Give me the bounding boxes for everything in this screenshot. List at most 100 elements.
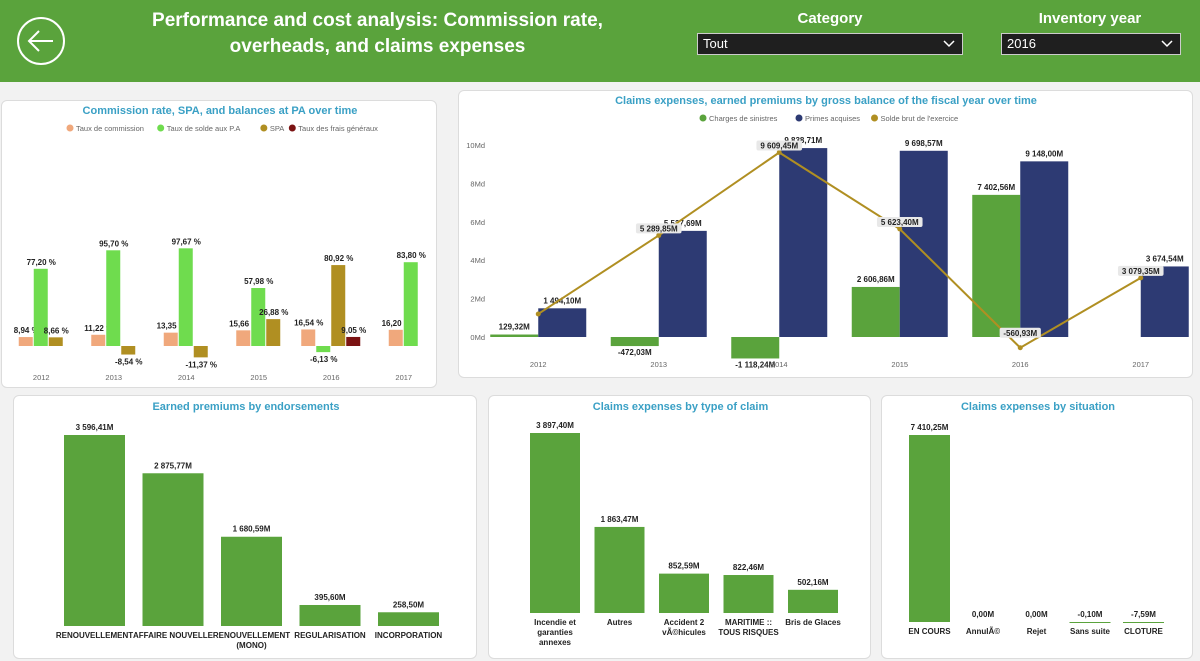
category-label: annexes xyxy=(539,638,572,647)
claims-premiums-chart: Claims expenses, earned premiums by gros… xyxy=(466,95,1189,370)
y-tick-label: 6Md xyxy=(470,218,485,227)
bar xyxy=(388,329,403,346)
year-select[interactable]: 2016 xyxy=(1001,33,1181,55)
data-label: -8,54 % xyxy=(115,358,143,367)
legend-marker xyxy=(871,114,878,122)
category-label: TOUS RISQUES xyxy=(718,628,779,637)
chevron-down-icon xyxy=(943,40,955,48)
data-label: 502,16M xyxy=(797,578,828,587)
category-label: garanties xyxy=(537,628,573,637)
year-value: 2016 xyxy=(1007,36,1036,51)
data-label: 16,54 % xyxy=(294,318,323,327)
data-label: 3 596,41M xyxy=(76,423,114,432)
claims-premiums-chart-card: Claims expenses, earned premiums by gros… xyxy=(458,90,1193,378)
data-label: 0,00M xyxy=(1025,610,1048,619)
category-label: Autres xyxy=(607,618,633,627)
data-label: 9 698,57M xyxy=(905,139,943,148)
bar xyxy=(18,337,33,346)
chart-title: Claims expenses by type of claim xyxy=(593,401,769,413)
line-point xyxy=(656,232,662,238)
category-label: Bris de Glaces xyxy=(785,618,841,627)
legend-marker xyxy=(260,124,268,132)
category-label: RENOUVELLEMENT xyxy=(213,631,290,640)
category-label: CLOTURE xyxy=(1124,627,1163,636)
bar xyxy=(301,329,316,346)
endorsements-chart-card: Earned premiums by endorsements 3 596,41M… xyxy=(13,395,477,659)
category-label: Rejet xyxy=(1027,627,1047,636)
bar xyxy=(723,575,774,613)
y-tick-label: 10Md xyxy=(466,141,485,150)
line-point xyxy=(897,226,903,232)
bar xyxy=(658,230,707,337)
data-label: 5 623,40M xyxy=(881,218,919,227)
bar xyxy=(221,536,282,626)
data-label: 1 863,47M xyxy=(601,515,639,524)
bar xyxy=(299,604,361,626)
bar xyxy=(1069,622,1111,623)
y-tick-label: 0Md xyxy=(470,333,485,342)
legend-marker xyxy=(157,124,165,132)
bar xyxy=(659,573,709,613)
bar xyxy=(91,334,106,346)
data-label: 2 606,86M xyxy=(857,275,895,284)
category-label: AnnulÃ© xyxy=(966,627,1000,636)
data-label: 395,60M xyxy=(314,593,345,602)
data-label: 26,88 % xyxy=(259,308,288,317)
data-label: 7 402,56M xyxy=(977,183,1015,192)
bar xyxy=(899,150,948,337)
bar xyxy=(594,526,645,613)
x-tick-label: 2014 xyxy=(771,360,788,369)
data-label: -472,03M xyxy=(618,348,652,357)
data-label: 5 289,85M xyxy=(640,224,678,233)
data-label: 129,32M xyxy=(499,323,530,332)
x-tick-label: 2017 xyxy=(395,373,412,382)
category-label: AFFAIRE NOUVELLE xyxy=(133,631,214,640)
back-button[interactable] xyxy=(17,17,65,65)
x-tick-label: 2013 xyxy=(650,360,667,369)
bar xyxy=(538,308,587,337)
chart-title: Claims expenses by situation xyxy=(961,401,1115,413)
bar xyxy=(266,319,281,346)
bar xyxy=(106,250,121,346)
data-label: -560,93M xyxy=(1003,329,1037,338)
legend-marker xyxy=(795,114,803,122)
data-label: 97,67 % xyxy=(172,237,201,246)
legend-label: Taux de commission xyxy=(76,124,144,133)
line-point xyxy=(1138,275,1144,281)
chevron-down-icon xyxy=(1161,40,1173,48)
y-tick-label: 4Md xyxy=(470,256,485,265)
bar xyxy=(1140,266,1189,337)
bar xyxy=(316,346,331,353)
x-tick-label: 2017 xyxy=(1132,360,1149,369)
category-value: Tout xyxy=(703,36,728,51)
bar xyxy=(346,336,361,346)
bar xyxy=(779,148,828,337)
situation-chart-card: Claims expenses by situation 7 410,25M EN … xyxy=(881,395,1193,659)
page-title-line1: Performance and cost analysis: Commissio… xyxy=(152,10,603,31)
y-tick-label: 8Md xyxy=(470,179,485,188)
data-label: 95,70 % xyxy=(99,239,128,248)
endorsements-chart: Earned premiums by endorsements 3 596,41M… xyxy=(56,401,443,650)
data-label: 7 410,25M xyxy=(911,423,949,432)
commission-chart: Commission rate, SPA, and balances at PA… xyxy=(14,105,426,382)
category-label: Accident 2 xyxy=(664,618,705,627)
x-tick-label: 2014 xyxy=(178,373,195,382)
category-select[interactable]: Tout xyxy=(697,33,963,55)
data-label: 9 609,45M xyxy=(760,141,798,150)
category-label: Category xyxy=(797,10,863,27)
legend-marker xyxy=(699,114,707,122)
legend-label: Taux de solde aux P.A xyxy=(167,124,241,133)
bar xyxy=(236,330,251,346)
category-label: Incendie et xyxy=(534,618,576,627)
bar xyxy=(193,346,208,358)
data-label: 852,59M xyxy=(668,562,699,571)
x-tick-label: 2015 xyxy=(250,373,267,382)
legend-marker xyxy=(288,124,296,132)
data-label: -7,59M xyxy=(1131,610,1156,619)
bar xyxy=(610,337,659,347)
back-arrow-icon xyxy=(27,30,53,52)
bar xyxy=(972,194,1021,337)
commission-chart-card: Commission rate, SPA, and balances at PA… xyxy=(1,100,437,388)
legend-label: SPA xyxy=(270,124,284,133)
data-label: 1 680,59M xyxy=(233,525,271,534)
